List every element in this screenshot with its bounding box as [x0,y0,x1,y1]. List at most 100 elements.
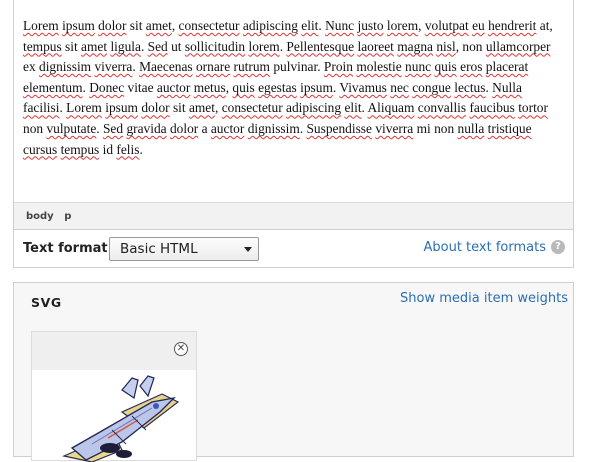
misspelled-word: Sed [102,120,124,136]
media-field-title: SVG [31,295,62,310]
fighter-jet-thumbnail [62,375,180,462]
misspelled-word: ipsum [62,18,95,33]
jet-tail-fin-2 [139,375,155,398]
text-run: pulvinar. [269,59,324,75]
misspelled-word: rutrum [233,59,270,75]
text-run: , [418,18,425,33]
misspelled-word: sollicitudin [184,38,246,54]
misspelled-word: adipiscing [242,18,298,33]
misspelled-word: Suspendisse [306,120,372,136]
misspelled-word: nec [390,79,409,95]
text-run: id [99,141,117,157]
text-run: , non [455,38,486,54]
jet-cockpit [153,403,159,409]
misspelled-word: justo [357,18,384,33]
editor-element-path: body p [14,202,573,229]
misspelled-word: faucibus [469,100,515,116]
misspelled-word: Lorem [23,18,59,33]
misspelled-word: ligula [110,38,141,54]
misspelled-word: elementum [23,79,83,95]
misspelled-word: magna [397,38,433,54]
text-run: sit [61,38,82,54]
misspelled-word: Donec [89,79,125,95]
question-icon[interactable]: ? [551,240,565,254]
media-field: SVG Show media item weights ✕ [13,282,574,462]
text-format-selected: Basic HTML [120,241,198,257]
editor-content-area[interactable]: Lorem ipsum dolor sit amet, consectetur … [14,0,573,202]
misspelled-word: Sed [147,38,168,54]
text-run: , [214,100,222,116]
misspelled-word: cursus [23,141,58,157]
misspelled-word: ipsum [105,100,138,116]
misspelled-word: tempus [60,141,100,157]
misspelled-word: Proin [323,59,353,75]
misspelled-word: amet [145,18,172,33]
misspelled-word: amet [188,100,215,116]
misspelled-word: eu [472,18,485,33]
misspelled-word: Nulla [492,79,522,95]
text-format-bar: Text format Basic HTML About text format… [13,230,574,268]
misspelled-word: viverra [94,59,133,75]
misspelled-word: dolor [98,18,127,33]
show-media-weights-link[interactable]: Show media item weights [400,291,568,306]
jet-tail-fin-1 [121,377,139,399]
misspelled-word: nisl [436,38,456,54]
misspelled-word: Pellentesque [286,38,355,54]
path-item-p[interactable]: p [64,211,71,222]
text-run: , [171,18,179,33]
misspelled-word: vulputate [46,120,97,136]
misspelled-word: tristique [487,120,532,136]
text-run: . [139,141,143,157]
misspelled-word: quis [434,59,457,75]
misspelled-word: quis [232,79,255,95]
misspelled-word: lorem [248,38,280,54]
media-item-header: ✕ [32,332,196,370]
misspelled-word: placerat [485,59,529,75]
text-run: ut [167,38,185,54]
misspelled-word: ullamcorper [485,38,551,54]
misspelled-word: Lorem [66,100,102,116]
jet-engine-intake-1 [100,443,120,453]
misspelled-word: dignissim [247,120,300,136]
misspelled-word: auctor [210,120,245,136]
text-run: a [198,120,211,136]
text-run: vitae [124,79,157,95]
misspelled-word: lectus [454,79,486,95]
misspelled-word: dolor [141,100,170,116]
misspelled-word: dolor [169,120,199,136]
text-run: sit [126,18,146,33]
text-run: sit [169,100,189,116]
text-format-select[interactable]: Basic HTML [109,237,259,261]
misspelled-word: ipsum [300,79,333,95]
misspelled-word: convallis [417,100,467,116]
misspelled-word: lorem [386,18,419,33]
misspelled-word: Maecenas [139,59,193,75]
misspelled-word: hendrerit [488,18,537,33]
misspelled-word: viverra [375,120,414,136]
misspelled-word: molestie [356,59,402,75]
misspelled-word: auctor [156,79,191,95]
misspelled-word: felis [116,141,140,157]
about-text-formats-link[interactable]: About text formats [423,240,546,255]
path-item-body[interactable]: body [26,211,54,222]
misspelled-word: Vivamus [339,79,387,95]
jet-engine-intake-2 [116,450,132,458]
media-item[interactable]: ✕ [31,331,197,462]
misspelled-word: metus [193,79,226,95]
misspelled-word: consectetur [221,100,283,116]
misspelled-word: consectetur [178,18,240,33]
text-run: non [23,120,47,136]
misspelled-word: ornare [195,59,231,75]
misspelled-word: congue [412,79,451,95]
wysiwyg-editor: Lorem ipsum dolor sit amet, consectetur … [13,0,574,230]
misspelled-word: nulla [457,120,485,136]
misspelled-word: Nunc [325,18,355,33]
misspelled-word: Aliquam [367,100,415,116]
editor-paragraph[interactable]: Lorem ipsum dolor sit amet, consectetur … [14,0,573,160]
text-run: at, [536,18,553,33]
misspelled-word: adipiscing [286,100,342,116]
text-run: mi non [413,120,458,136]
misspelled-word: dignissim [39,59,92,75]
close-icon[interactable]: ✕ [174,342,188,356]
text-format-label: Text format [23,241,108,256]
